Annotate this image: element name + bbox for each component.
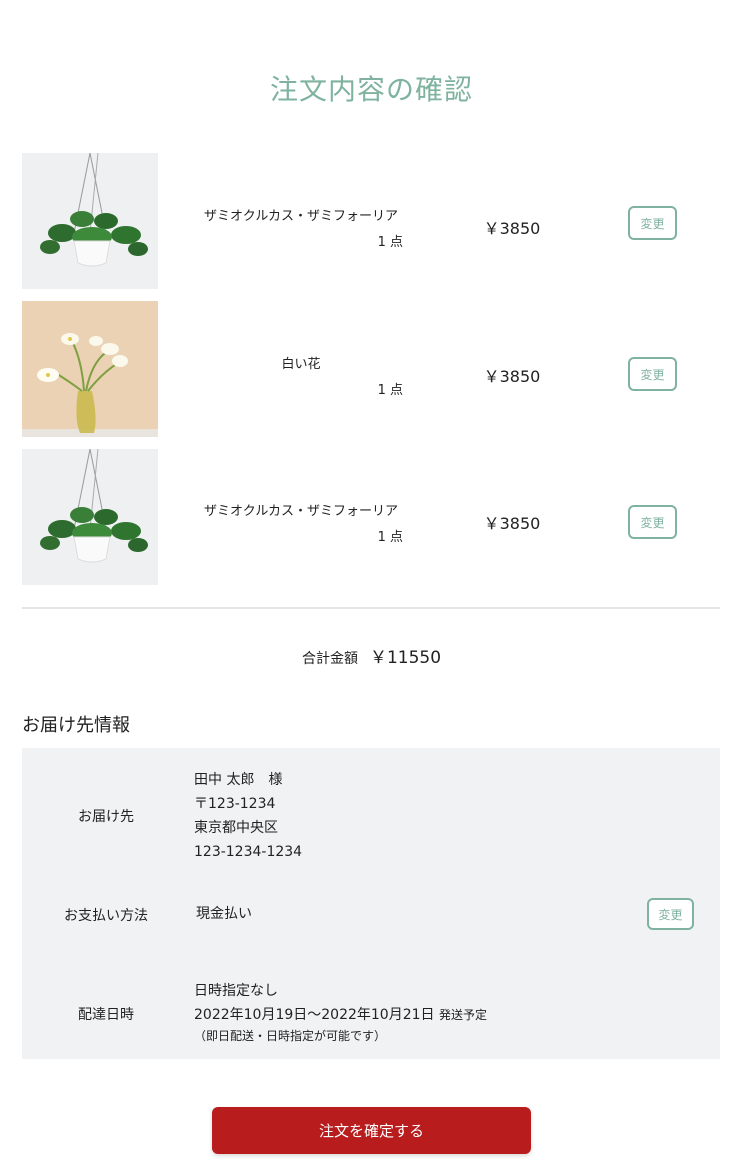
white-flower-vase-photo (22, 301, 158, 437)
total-label: 合計金額 (301, 651, 358, 667)
change-item-button[interactable]: 変更 (628, 206, 677, 240)
item-name: ザミオクルカス・ザミフォーリア (204, 504, 398, 519)
shipping-range-suffix: 発送予定 (438, 1008, 487, 1022)
item-quantity: 1 点 (377, 235, 403, 250)
delivery-date-details: 日時指定なし 2022年10月19日～2022年10月21日 発送予定 （即日配… (194, 979, 487, 1045)
payment-label: お支払い方法 (64, 908, 148, 924)
item-name: 白い花 (281, 357, 321, 372)
delivery-date-spec: 日時指定なし (194, 983, 278, 999)
cart-item: ザミオクルカス・ザミフォーリア 1 点 ￥3850 変更 (22, 153, 720, 289)
confirm-order-button[interactable]: 注文を確定する (212, 1107, 531, 1154)
page-title: 注文内容の確認 (269, 73, 473, 106)
recipient-details: 田中 太郎 様 〒123-1234 東京都中央区 123-1234-1234 (194, 768, 302, 864)
recipient-postal-code: 〒123-1234 (194, 796, 276, 812)
cart-item: ザミオクルカス・ザミフォーリア 1 点 ￥3850 変更 (22, 449, 720, 585)
item-quantity: 1 点 (377, 530, 403, 545)
shipping-range: 2022年10月19日～2022年10月21日 (194, 1007, 435, 1023)
item-price: ￥3850 (483, 219, 541, 238)
delivery-date-label: 配達日時 (78, 1007, 134, 1023)
delivery-note: （即日配送・日時指定が可能です） (194, 1029, 387, 1043)
total-amount: 合計金額 ￥11550 (0, 643, 733, 668)
divider (22, 607, 720, 609)
item-name: ザミオクルカス・ザミフォーリア (204, 209, 398, 224)
recipient-address: 東京都中央区 (194, 820, 278, 836)
total-value: ￥11550 (369, 648, 442, 668)
item-price: ￥3850 (483, 514, 541, 533)
item-quantity: 1 点 (377, 383, 403, 398)
hanging-plant-photo (22, 449, 158, 585)
cart-item: 白い花 1 点 ￥3850 変更 (22, 301, 720, 437)
delivery-info-heading: お届け先情報 (22, 715, 130, 736)
hanging-plant-photo (22, 153, 158, 289)
recipient-label: お届け先 (78, 809, 134, 825)
change-delivery-button[interactable]: 変更 (647, 898, 694, 930)
recipient-phone: 123-1234-1234 (194, 844, 303, 860)
delivery-info-panel: お届け先 田中 太郎 様 〒123-1234 東京都中央区 123-1234-1… (22, 748, 720, 1059)
payment-method: 現金払い (196, 906, 252, 922)
delivery-date-range: 2022年10月19日～2022年10月21日 発送予定 (194, 1003, 487, 1027)
recipient-name: 田中 太郎 様 (194, 772, 283, 788)
change-item-button[interactable]: 変更 (628, 357, 677, 391)
change-item-button[interactable]: 変更 (628, 505, 677, 539)
item-price: ￥3850 (483, 367, 541, 386)
